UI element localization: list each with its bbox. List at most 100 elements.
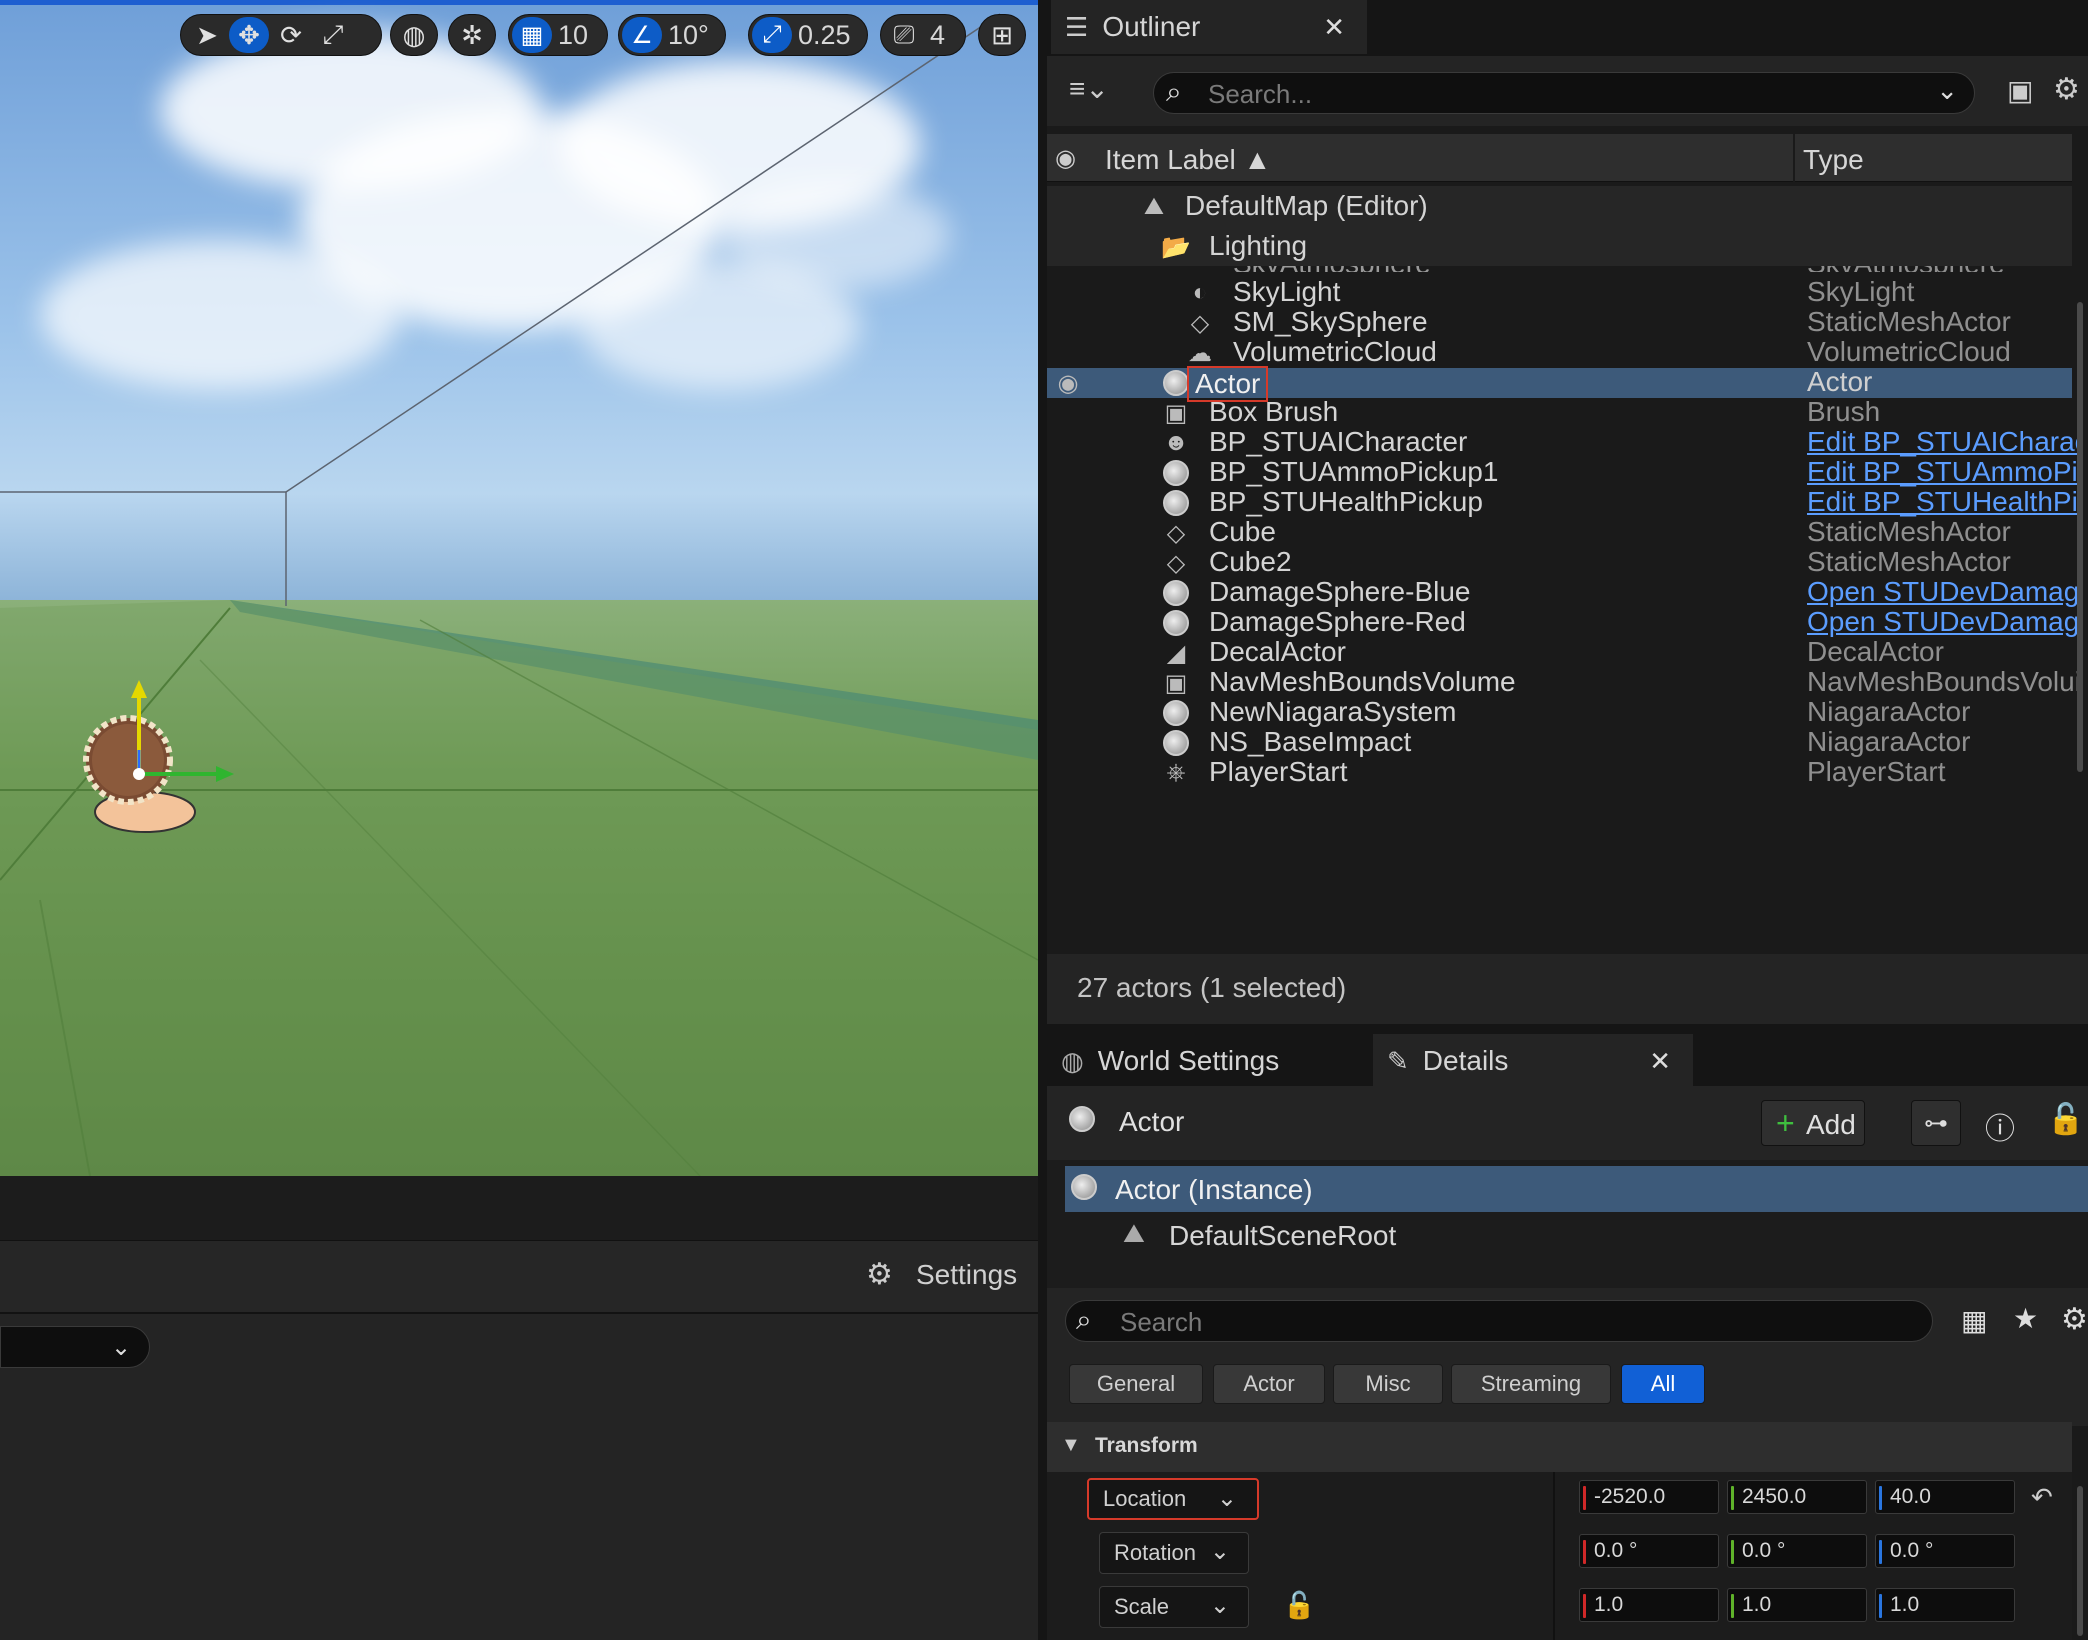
lock-icon[interactable]: 🔓 [2047,1102,2084,1137]
tree-row[interactable]: ▣ NavMeshBoundsVolume NavMeshBoundsVolui [1047,666,2077,698]
scale-snap-value[interactable]: 0.25 [794,20,859,51]
component-scene-root[interactable]: ⛰ DefaultSceneRoot [1123,1214,2083,1258]
angle-snap-icon[interactable]: ∠ [622,17,662,53]
gear-icon[interactable]: ⚙ [2061,1302,2088,1337]
item-type-link[interactable]: Edit BP_STUAICharac [1807,426,2077,458]
tree-row-map[interactable]: ⛰ DefaultMap (Editor) [1047,186,2072,226]
tree-row-folder[interactable]: 📂 Lighting [1047,226,2072,266]
gear-icon[interactable]: ⚙ [866,1257,893,1292]
surface-snap-toggle[interactable]: ✲ [448,14,496,56]
level-viewport[interactable]: ➤ ✥ ⟳ ⤢ ◍ ✲ ▦ 10 ∠ 10° ⤢ 0.25 ⎚ 4 ⊞ [0,0,1038,1176]
select-tool-icon[interactable]: ➤ [187,17,227,53]
tab-outliner[interactable]: ☰ Outliner ✕ [1051,0,1367,54]
help-icon[interactable]: ⓘ [1985,1104,2015,1148]
component-instance[interactable]: Actor (Instance) [1065,1166,2088,1212]
angle-snap-value[interactable]: 10° [664,20,717,51]
viewport-layout-button[interactable]: ⊞ [978,14,1026,56]
tree-row[interactable]: NS_BaseImpact NiagaraActor [1047,726,2072,758]
tree-row-selected[interactable]: ◉ Actor Actor [1047,366,2072,402]
camera-speed-group[interactable]: ⎚ 4 [880,14,966,56]
rotation-x[interactable]: 0.0 ° [1579,1534,1719,1568]
tree-row[interactable]: ◇ Cube2 StaticMeshActor [1047,546,2072,578]
lock-icon[interactable]: 🔓 [1283,1590,1315,1621]
settings-button[interactable]: Settings [916,1259,1017,1291]
eye-icon[interactable]: ◉ [1055,144,1076,173]
item-type-link[interactable]: Edit BP_STUAmmoPic [1807,456,2077,488]
translate-tool-icon[interactable]: ✥ [229,17,269,53]
transform-section-header[interactable]: ▼ Transform [1047,1422,2072,1472]
layout-grid-icon[interactable]: ⊞ [982,17,1022,53]
chevron-down-icon[interactable]: ⌄ [1936,75,1958,106]
angle-snap-group[interactable]: ∠ 10° [618,14,726,56]
gear-icon[interactable]: ⚙ [2053,72,2080,107]
outliner-search-input[interactable]: Search... [1208,79,1312,110]
grid-snap-icon[interactable]: ▦ [512,17,552,53]
tree-row[interactable]: NewNiagaraSystem NiagaraActor [1047,696,2072,728]
item-type-link[interactable]: Open STUDevDamage [1807,576,2077,608]
details-search[interactable]: ⌕ Search [1065,1300,1933,1342]
tree-row[interactable]: DamageSphere-Blue Open STUDevDamage [1047,576,2077,608]
filter-all[interactable]: All [1621,1364,1705,1404]
camera-speed-value[interactable]: 4 [926,20,953,51]
item-type-link[interactable]: Edit BP_STUHealthPic [1807,486,2077,518]
tab-world-settings[interactable]: ◍ World Settings [1047,1034,1367,1088]
surface-snap-icon[interactable]: ✲ [452,17,492,53]
scale-snap-group[interactable]: ⤢ 0.25 [748,14,868,56]
rotation-z[interactable]: 0.0 ° [1875,1534,2015,1568]
item-type-link[interactable]: Open STUDevDamage [1807,606,2077,638]
scale-x[interactable]: 1.0 [1579,1588,1719,1622]
close-icon[interactable]: ✕ [1323,12,1345,43]
filter-general[interactable]: General [1069,1364,1203,1404]
details-search-input[interactable]: Search [1120,1307,1202,1338]
tree-row[interactable]: ◇ SM_SkySphere StaticMeshActor [1047,306,2072,338]
tab-details[interactable]: ✎ Details ✕ [1373,1034,1693,1088]
table-view-icon[interactable]: ▦ [1961,1304,1987,1337]
tree-row[interactable]: DamageSphere-Red Open STUDevDamage [1047,606,2077,638]
rotate-tool-icon[interactable]: ⟳ [271,17,311,53]
tree-row[interactable]: BP_STUAmmoPickup1 Edit BP_STUAmmoPic [1047,456,2077,488]
close-icon[interactable]: ✕ [1649,1046,1671,1077]
world-local-toggle[interactable]: ◍ [390,14,438,56]
location-y[interactable]: 2450.0 [1727,1480,1867,1514]
scale-dropdown[interactable]: Scale ⌄ [1099,1586,1249,1628]
eye-icon[interactable]: ◉ [1053,368,1083,398]
reset-icon[interactable]: ↶ [2031,1482,2053,1513]
tree-row[interactable]: ☻ BP_STUAICharacter Edit BP_STUAICharac [1047,426,2077,458]
location-dropdown[interactable]: Location ⌄ [1087,1478,1259,1520]
star-icon[interactable]: ★ [2013,1302,2038,1335]
filter-actor[interactable]: Actor [1213,1364,1325,1404]
camera-icon[interactable]: ⎚ [884,17,924,53]
tree-row[interactable]: ◐ SkyLight SkyLight [1047,276,2072,308]
actor-name[interactable]: Actor [1119,1106,1184,1138]
grid-snap-group[interactable]: ▦ 10 [508,14,608,56]
grid-snap-value[interactable]: 10 [554,20,596,51]
scale-y[interactable]: 1.0 [1727,1588,1867,1622]
filter-streaming[interactable]: Streaming [1451,1364,1611,1404]
blueprint-icon[interactable]: ⊶ [1911,1100,1961,1146]
location-x[interactable]: -2520.0 [1579,1480,1719,1514]
outliner-scrollbar[interactable] [2077,302,2083,772]
tree-row[interactable]: BP_STUHealthPickup Edit BP_STUHealthPic [1047,486,2077,518]
add-folder-icon[interactable]: ▣ [2007,74,2033,107]
add-component-button[interactable]: + Add [1761,1100,1865,1146]
scale-snap-icon[interactable]: ⤢ [752,17,792,53]
outliner-search[interactable]: ⌕ Search... ⌄ [1153,72,1975,114]
tree-row[interactable]: ◇ Cube StaticMeshActor [1047,516,2072,548]
details-scrollbar[interactable] [2077,1486,2083,1636]
actor-gizmo-icon[interactable] [70,680,250,840]
tree-row[interactable]: ◢ DecalActor DecalActor [1047,636,2072,668]
tree-row[interactable]: ▣ Box Brush Brush [1047,396,2072,428]
scale-tool-icon[interactable]: ⤢ [313,17,353,53]
rotation-y[interactable]: 0.0 ° [1727,1534,1867,1568]
globe-icon[interactable]: ◍ [394,17,434,53]
rotation-dropdown[interactable]: Rotation ⌄ [1099,1532,1249,1574]
tree-row[interactable]: ☁ VolumetricCloud VolumetricCloud [1047,336,2072,368]
location-z[interactable]: 40.0 [1875,1480,2015,1514]
col-type[interactable]: Type [1803,144,1864,176]
filter-icon[interactable]: ≡⌄ [1069,72,1109,105]
filter-misc[interactable]: Misc [1333,1364,1443,1404]
col-item-label[interactable]: Item Label ▲ [1105,144,1271,176]
content-dropdown[interactable]: ⌄ [0,1326,150,1368]
scale-z[interactable]: 1.0 [1875,1588,2015,1622]
tree-row[interactable]: ⎈ PlayerStart PlayerStart [1047,756,2072,788]
